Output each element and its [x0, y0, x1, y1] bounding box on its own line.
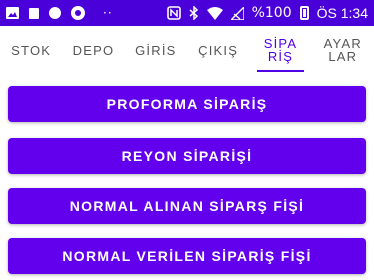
battery-percent: %100 [251, 5, 292, 21]
proforma-siparis-button[interactable]: PROFORMA SİPARİŞ [8, 86, 366, 122]
reyon-siparisi-button[interactable]: REYON SİPARİŞİ [8, 138, 366, 174]
tab-stok[interactable]: STOK [0, 26, 62, 74]
notification-icon [29, 7, 39, 19]
tab-depo[interactable]: DEPO [62, 26, 124, 74]
soccer-ball-icon [71, 6, 85, 20]
tab-bar: STOK DEPO GİRİS ÇIKIŞ SİPA RİŞ AYAR LAR [0, 26, 374, 74]
bluetooth-icon [189, 6, 199, 20]
tab-siparis[interactable]: SİPA RİŞ [249, 26, 311, 74]
normal-alinan-siparis-fisi-button[interactable]: NORMAL ALINAN SİPARŞ FİŞİ [8, 188, 366, 224]
nfc-icon [166, 6, 181, 20]
tab-giris[interactable]: GİRİS [125, 26, 187, 74]
status-bar: ·· %100 ÖS 1:34 [0, 0, 374, 26]
more-dots-icon: ·· [103, 6, 113, 20]
wifi-icon [206, 6, 223, 20]
image-icon [6, 7, 19, 19]
tab-cikis[interactable]: ÇIKIŞ [187, 26, 249, 74]
clock: ÖS 1:34 [316, 5, 368, 21]
no-signal-icon [230, 6, 244, 20]
battery-icon [299, 6, 309, 20]
circle-icon [49, 7, 61, 19]
tab-ayarlar[interactable]: AYAR LAR [312, 26, 374, 74]
normal-verilen-siparis-fisi-button[interactable]: NORMAL VERİLEN SİPARİŞ FİŞİ [8, 238, 366, 274]
